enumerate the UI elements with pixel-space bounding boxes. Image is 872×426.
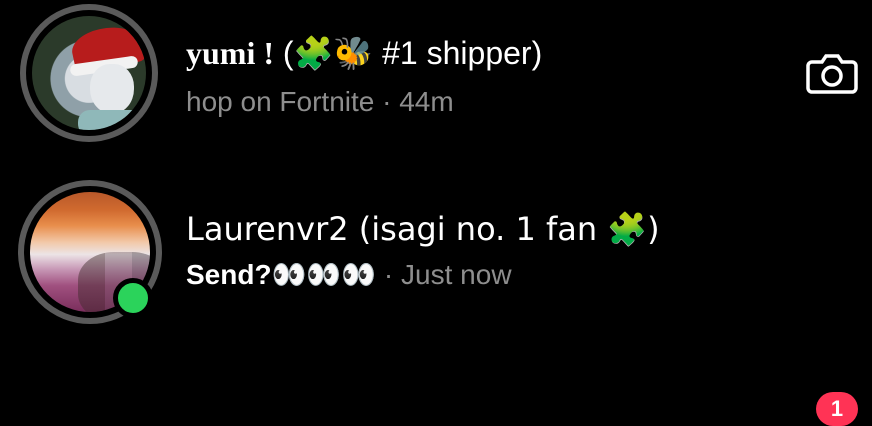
thread-subtitle: Send?👀👀👀 · Just now — [186, 258, 512, 291]
thread-name: yumi ! (🧩🐝 #1 shipper) — [186, 34, 542, 72]
character-face-graphic — [90, 64, 134, 114]
unread-badge: 1 — [816, 392, 858, 426]
scarf-graphic — [78, 110, 146, 130]
separator: · — [374, 86, 400, 117]
online-status-indicator — [113, 278, 153, 318]
timestamp: Just now — [401, 259, 512, 290]
avatar[interactable] — [32, 16, 146, 130]
timestamp: 44m — [399, 86, 454, 117]
thread-status: hop on Fortnite — [186, 86, 375, 117]
separator: · — [376, 259, 402, 290]
thread-name-suffix: (🧩🐝 #1 shipper) — [274, 35, 543, 71]
thread-name-main: yumi ! — [186, 35, 274, 71]
thread-row-yumi[interactable]: yumi ! (🧩🐝 #1 shipper) hop on Fortnite ·… — [0, 0, 872, 150]
last-message: Send? — [186, 259, 272, 290]
thread-name: Laurenvr2 (isagi no. 1 fan 🧩) — [186, 210, 660, 248]
thread-subtitle: hop on Fortnite · 44m — [186, 86, 454, 118]
eyes-emoji: 👀👀👀 — [271, 258, 377, 291]
camera-icon[interactable] — [806, 52, 858, 96]
